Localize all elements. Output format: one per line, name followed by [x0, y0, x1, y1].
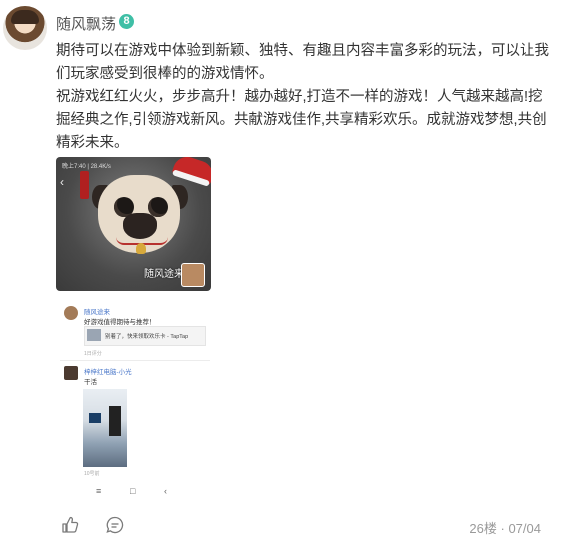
- comment-avatar: [64, 306, 78, 320]
- post-paragraph-2: 祝游戏红红火火，步步高升！越办越好,打造不一样的游戏！人气越来越高!挖掘经典之作…: [56, 89, 547, 151]
- thumbs-up-icon[interactable]: [61, 516, 79, 534]
- pug-muzzle: [123, 213, 157, 239]
- post-date: 07/04: [508, 521, 541, 536]
- comment-icon[interactable]: [106, 516, 124, 534]
- comment-name: 梓梓红电脑-小光: [84, 369, 132, 376]
- pc-screen: [89, 413, 101, 423]
- post-text: 期待可以在游戏中体验到新颖、独特、有趣且内容丰富多彩的玩法，可以让我们玩家感受到…: [56, 40, 556, 155]
- phone-status-bar: 晚上7:40 | 28.4K/s: [62, 164, 111, 170]
- pc-tower: [109, 406, 121, 436]
- divider: [60, 360, 210, 361]
- comment-meta: 1日评分: [84, 351, 102, 357]
- link-title: 别着了，快来领取欢乐卡 - TapTap: [105, 334, 189, 340]
- back-icon: ‹: [164, 486, 167, 496]
- user-avatar[interactable]: [3, 6, 47, 50]
- level-badge: 8: [119, 14, 134, 29]
- meta-separator: ·: [500, 521, 505, 536]
- floor-number: 26楼: [469, 521, 497, 536]
- link-thumbnail: [87, 329, 101, 341]
- pc-photo: [83, 389, 127, 467]
- red-tag: [80, 171, 89, 199]
- watermark-text: 随风途来: [144, 269, 184, 280]
- back-arrow-icon: ‹: [60, 175, 64, 189]
- comment-text: 干活: [84, 379, 97, 386]
- watermark-avatar: [181, 263, 205, 287]
- post-meta: 26楼 · 07/04: [469, 518, 541, 537]
- comment-avatar: [64, 366, 78, 380]
- post-paragraph-1: 期待可以在游戏中体验到新颖、独特、有趣且内容丰富多彩的玩法，可以让我们玩家感受到…: [56, 43, 549, 82]
- comment-text: 好游戏值得期待与推荐！: [84, 319, 156, 326]
- username[interactable]: 随风飘荡: [56, 13, 116, 34]
- comment-meta: 10号前: [84, 471, 100, 477]
- menu-icon: ≡: [96, 486, 102, 496]
- link-card: 别着了，快来领取欢乐卡 - TapTap: [84, 326, 206, 346]
- post-image-pug[interactable]: 晚上7:40 | 28.4K/s ‹ 随风途来: [56, 157, 211, 291]
- post-image-comments[interactable]: 随风途来 好游戏值得期待与推荐！ 别着了，快来领取欢乐卡 - TapTap 1日…: [60, 302, 210, 500]
- comment-name: 随风途来: [84, 309, 110, 316]
- phone-nav-bar: ≡ □ ‹: [60, 484, 210, 502]
- bell-icon: [136, 243, 146, 254]
- home-icon: □: [130, 486, 136, 496]
